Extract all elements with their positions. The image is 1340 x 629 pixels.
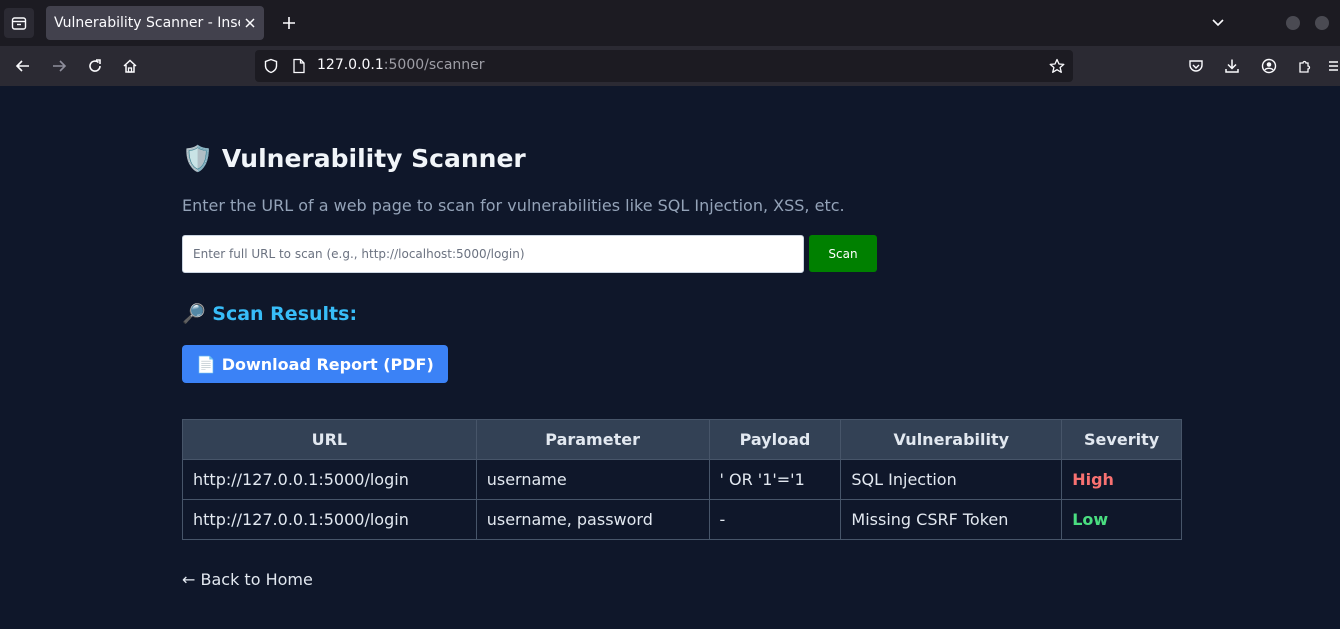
reload-icon[interactable] [81, 52, 109, 80]
firefox-view-icon [11, 17, 27, 30]
navigation-bar: 127.0.0.1:5000/scanner [0, 46, 1340, 86]
tab-bar: Vulnerability Scanner - Insecure [0, 0, 1340, 46]
cell-url: http://127.0.0.1:5000/login [182, 499, 477, 540]
back-arrow-icon[interactable] [9, 52, 37, 80]
page-icon [289, 56, 309, 76]
account-icon[interactable] [1255, 52, 1283, 80]
bookmark-star-icon[interactable] [1047, 56, 1067, 76]
table-header-row: URL Parameter Payload Vulnerability Seve… [182, 419, 1182, 460]
cell-parameter: username [475, 459, 710, 500]
column-header: Payload [708, 419, 842, 460]
extensions-icon[interactable] [1291, 52, 1319, 80]
url-input[interactable] [182, 235, 804, 273]
minimize-window-button[interactable] [1286, 16, 1300, 30]
active-tab[interactable]: Vulnerability Scanner - Insecure [46, 6, 264, 40]
page-subtitle: Enter the URL of a web page to scan for … [182, 196, 845, 215]
url-host: 127.0.0.1 [317, 57, 384, 73]
page-title: 🛡️ Vulnerability Scanner [182, 144, 526, 173]
close-tab-icon[interactable] [242, 15, 258, 31]
severity-badge: High [1061, 459, 1182, 500]
cell-payload: ' OR '1'='1 [708, 459, 842, 500]
column-header: Parameter [475, 419, 710, 460]
cell-parameter: username, password [475, 499, 710, 540]
back-to-home-link[interactable]: ← Back to Home [182, 570, 313, 589]
pocket-icon[interactable] [1182, 52, 1210, 80]
download-icon[interactable] [1218, 52, 1246, 80]
results-table: URL Parameter Payload Vulnerability Seve… [182, 419, 1182, 540]
forward-arrow-icon[interactable] [45, 52, 73, 80]
results-heading: 🔎 Scan Results: [182, 303, 358, 325]
cell-vulnerability: SQL Injection [840, 459, 1063, 500]
home-icon[interactable] [116, 52, 144, 80]
table-row: http://127.0.0.1:5000/login username ' O… [182, 459, 1182, 500]
url-text[interactable]: 127.0.0.1:5000/scanner [317, 57, 485, 73]
cell-vulnerability: Missing CSRF Token [840, 499, 1063, 540]
cell-url: http://127.0.0.1:5000/login [182, 459, 477, 500]
table-row: http://127.0.0.1:5000/login username, pa… [182, 499, 1182, 540]
chevron-down-icon[interactable] [1206, 12, 1230, 34]
column-header: URL [182, 419, 477, 460]
shield-icon[interactable] [261, 56, 281, 76]
firefox-view-button[interactable] [4, 8, 34, 38]
severity-badge: Low [1061, 499, 1182, 540]
cell-payload: - [708, 499, 842, 540]
new-tab-icon[interactable] [276, 10, 302, 36]
scan-button[interactable]: Scan [809, 235, 877, 272]
column-header: Vulnerability [840, 419, 1063, 460]
menu-icon[interactable] [1326, 52, 1340, 80]
page-content: 🛡️ Vulnerability Scanner Enter the URL o… [0, 86, 1340, 629]
address-bar[interactable]: 127.0.0.1:5000/scanner [255, 50, 1073, 82]
tab-title: Vulnerability Scanner - Insecure [54, 15, 240, 31]
close-window-button[interactable] [1315, 16, 1329, 30]
url-path: :5000/scanner [383, 57, 485, 73]
download-report-button[interactable]: 📄 Download Report (PDF) [182, 345, 448, 383]
column-header: Severity [1061, 419, 1182, 460]
